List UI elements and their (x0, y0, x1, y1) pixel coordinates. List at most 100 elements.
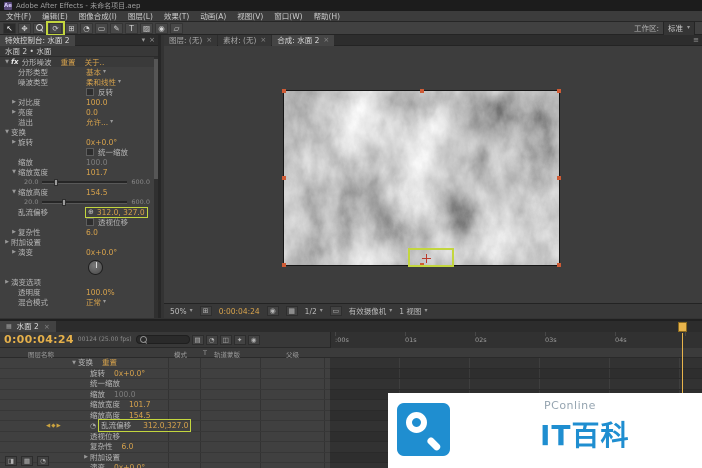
layer-handle[interactable] (282, 263, 286, 267)
property-value[interactable]: 312.0, 327.0 (97, 208, 145, 217)
mask-shape-tool-icon[interactable]: ▭ (95, 23, 108, 34)
current-time-indicator-handle[interactable] (678, 322, 687, 332)
menu-item[interactable]: 效果(T) (164, 11, 189, 22)
menu-item[interactable]: 窗口(W) (274, 11, 302, 22)
stopwatch-icon[interactable]: ◔ (90, 422, 96, 430)
effect-row[interactable]: ▶演变选项 (0, 277, 158, 287)
property-value[interactable]: 允许... (86, 117, 108, 128)
property-value[interactable]: 101.7 (129, 400, 150, 409)
slider-track[interactable] (42, 201, 127, 204)
zoom-tool-icon[interactable] (33, 23, 46, 34)
timeline-property-row[interactable]: 旋转0x+0.0° (0, 369, 330, 380)
twirl-icon[interactable]: ▼ (70, 360, 78, 366)
statusbar-resolution[interactable]: 1/2▾ (305, 307, 323, 316)
menu-item[interactable]: 动画(A) (200, 11, 226, 22)
property-value[interactable]: 0x+0.0° (114, 463, 145, 468)
twirl-icon[interactable]: ▶ (10, 229, 18, 235)
effect-row[interactable]: 乱流偏移⊕312.0, 327.0 (0, 207, 158, 217)
current-timecode[interactable]: 0:00:04:24 (0, 333, 78, 346)
effect-row[interactable]: ▶复杂性6.0 (0, 227, 158, 237)
property-value[interactable]: 0x+0.0° (86, 248, 117, 257)
timeline-track-row[interactable] (330, 369, 702, 380)
workspace-dropdown[interactable]: 标准 ▾ (663, 21, 695, 36)
rotation-dial[interactable] (88, 260, 103, 275)
timeline-property-row[interactable]: ◀◆▶◔乱流偏移312.0,327.0 (0, 421, 330, 432)
effect-row[interactable]: ▶亮度0.0 (0, 107, 158, 117)
scrollbar[interactable] (154, 57, 158, 318)
twirl-icon[interactable]: ▶ (10, 109, 18, 115)
twirl-icon[interactable]: ▶ (10, 249, 18, 255)
comp-tab[interactable]: 图层: (无)× (164, 35, 217, 46)
scrollbar-thumb[interactable] (154, 59, 158, 179)
checkbox[interactable] (86, 148, 94, 156)
layer-handle[interactable] (557, 176, 561, 180)
effect-row[interactable]: 噪波类型柔和线性▾ (0, 77, 158, 87)
chevron-down-icon[interactable]: ▾ (142, 36, 146, 44)
menu-item[interactable]: 帮助(H) (314, 11, 341, 22)
layer-handle[interactable] (282, 176, 286, 180)
property-value[interactable]: 0x+0.0° (86, 138, 117, 147)
effect-row[interactable]: 透明度100.0% (0, 287, 158, 297)
checkbox[interactable] (86, 88, 94, 96)
comp-tab[interactable]: 素材: (无)× (218, 35, 271, 46)
layer-handle[interactable] (557, 263, 561, 267)
twirl-icon[interactable]: ▶ (3, 239, 11, 245)
slider-track[interactable] (42, 181, 127, 184)
property-value[interactable]: 0.0 (86, 108, 98, 117)
comp-tab[interactable]: 合成: 水面 2× (272, 35, 334, 46)
brush-tool-icon[interactable]: ▨ (140, 23, 153, 34)
frame-blend-icon[interactable]: ✦ (234, 335, 246, 345)
effect-row[interactable]: 缩放100.0 (0, 157, 158, 167)
timeline-tab[interactable]: ▦ 水面 2 × (0, 321, 56, 332)
layer-handle[interactable] (420, 89, 424, 93)
effect-row[interactable]: 统一缩放 (0, 147, 158, 157)
effect-row[interactable]: 分形类型基本▾ (0, 67, 158, 77)
reset-link[interactable]: 重置 (61, 57, 76, 68)
statusbar-timecode[interactable]: 0:00:04:24 (219, 307, 260, 316)
timeline-property-row[interactable]: 复杂性6.0 (0, 442, 330, 453)
effect-row[interactable]: ▼缩放高度154.5 (0, 187, 158, 197)
effect-row[interactable]: 混合模式正常▾ (0, 297, 158, 307)
statusbar-active-camera[interactable]: 有效摄像机▾ (349, 306, 393, 317)
close-icon[interactable]: × (149, 36, 155, 44)
unified-camera-tool-icon[interactable]: ⟳ (49, 23, 62, 34)
grid-options-icon[interactable]: ⊞ (200, 306, 212, 316)
timeline-property-row[interactable]: 透视位移 (0, 432, 330, 443)
property-value[interactable]: 重置 (102, 358, 117, 368)
twirl-icon[interactable]: ▼ (10, 169, 18, 175)
twirl-icon[interactable]: ▼ (3, 129, 11, 135)
timeline-property-row[interactable]: 统一缩放 (0, 379, 330, 390)
property-value[interactable]: 312.0,327.0 (143, 421, 188, 430)
effect-row[interactable]: ▶演变0x+0.0° (0, 247, 158, 257)
effect-row[interactable]: ▼fx分形噪波重置关于.. (0, 57, 158, 67)
hide-shy-layers-icon[interactable]: ◫ (220, 335, 232, 345)
statusbar-zoom-level[interactable]: 50%▾ (170, 307, 193, 316)
pen-tool-icon[interactable]: ✎ (110, 23, 123, 34)
twirl-icon[interactable]: ▶ (3, 279, 11, 285)
close-icon[interactable]: × (206, 36, 212, 44)
comp-stage[interactable] (283, 90, 560, 266)
comp-viewport[interactable] (164, 46, 702, 303)
layer-handle[interactable] (282, 89, 286, 93)
pan-behind-tool-icon[interactable]: ⊞ (65, 23, 78, 34)
selection-tool-icon[interactable]: ↖ (3, 23, 16, 34)
effect-row[interactable]: ▼变换 (0, 127, 158, 137)
close-icon[interactable]: × (44, 323, 50, 331)
property-value[interactable]: 154.5 (86, 188, 107, 197)
property-value[interactable]: 101.7 (86, 168, 107, 177)
timeline-property-row[interactable]: 演变0x+0.0° (0, 463, 330, 468)
layer-handle[interactable] (557, 89, 561, 93)
property-value[interactable]: 100.0 (114, 390, 135, 399)
clone-stamp-tool-icon[interactable]: ◉ (155, 23, 168, 34)
effect-control-point-icon[interactable] (422, 254, 431, 263)
hand-tool-icon[interactable]: ✥ (18, 23, 31, 34)
timeline-track-row[interactable] (330, 358, 702, 369)
twirl-icon[interactable]: ▶ (10, 99, 18, 105)
effect-row[interactable]: ▶附加设置 (0, 237, 158, 247)
close-icon[interactable]: × (323, 36, 329, 44)
twirl-icon[interactable]: ▶ (82, 454, 90, 460)
effect-row[interactable]: 溢出允许...▾ (0, 117, 158, 127)
type-tool-icon[interactable]: T (125, 23, 138, 34)
checkbox[interactable] (86, 218, 94, 226)
close-icon[interactable]: × (260, 36, 266, 44)
